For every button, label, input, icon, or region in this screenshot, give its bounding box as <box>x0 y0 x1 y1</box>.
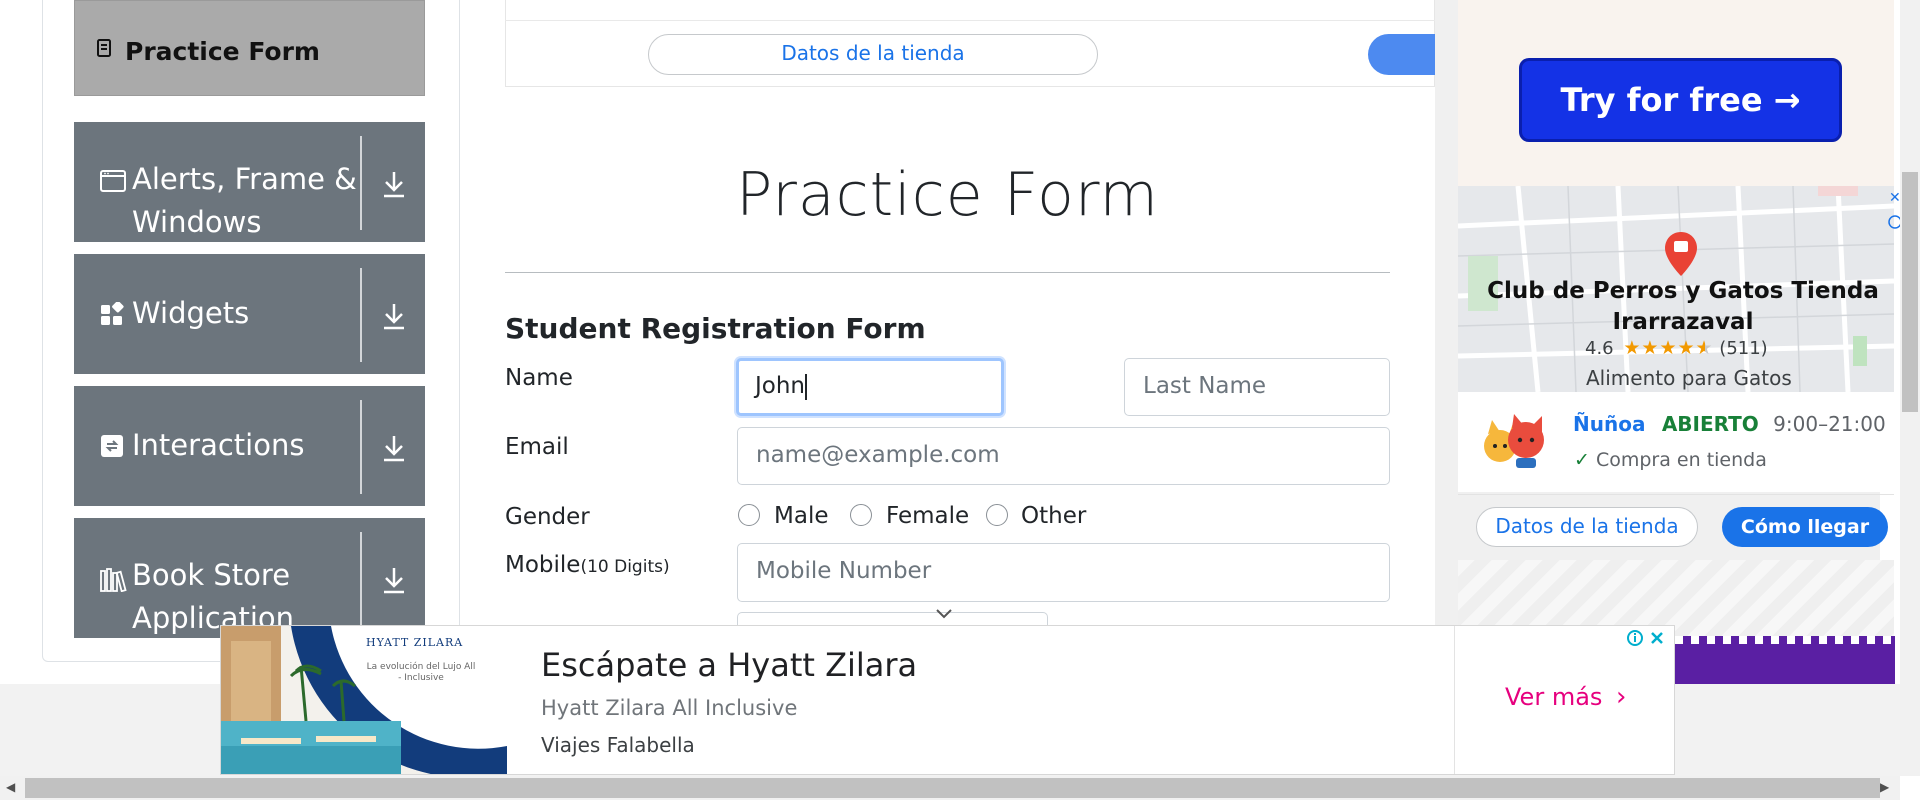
divider <box>505 20 1435 21</box>
in-store-label: Compra en tienda <box>1595 449 1767 471</box>
download-icon[interactable] <box>381 166 407 200</box>
store-details-button-2[interactable]: Datos de la tienda <box>1476 507 1698 547</box>
sidebar-item-practice-form[interactable]: Practice Form <box>74 0 425 96</box>
text-cursor <box>805 373 807 400</box>
in-store-row: ✓ Compra en tienda <box>1574 449 1767 471</box>
widgets-icon <box>101 302 124 325</box>
sidebar-item-label: Practice Form <box>125 37 320 66</box>
bottom-ad[interactable]: HYATT ZILARA La evolución del Lujo All -… <box>220 625 1675 775</box>
mobile-label-text: Mobile <box>505 552 581 578</box>
email-label: Email <box>505 434 569 460</box>
interactions-icon <box>101 435 123 457</box>
gender-other-label[interactable]: Other <box>1021 503 1086 529</box>
store-status: ABIERTO <box>1661 412 1759 436</box>
pets-logo-icon <box>1484 414 1544 468</box>
form-icon <box>97 39 111 57</box>
sidebar-item-label-2: Windows <box>132 205 262 239</box>
name-label: Name <box>505 365 573 391</box>
gender-other-radio[interactable] <box>986 504 1008 526</box>
store-status-row: Ñuñoa ABIERTO 9:00–21:00 <box>1573 412 1886 436</box>
store-name-line1: Club de Perros y Gatos Tienda <box>1487 278 1879 304</box>
gender-female-radio[interactable] <box>850 504 872 526</box>
ad-choices[interactable] <box>1625 628 1669 648</box>
first-name-value: John <box>755 373 806 399</box>
ad-purple-band <box>1675 636 1895 684</box>
hyatt-logo: HYATT ZILARA <box>366 636 464 649</box>
download-icon[interactable] <box>381 298 407 332</box>
last-name-input[interactable]: Last Name <box>1124 358 1390 416</box>
gender-male-radio[interactable] <box>738 504 760 526</box>
store-name: Club de Perros y Gatos Tienda Irarrazava… <box>1458 276 1908 338</box>
ad-info-icon[interactable] <box>1625 628 1645 648</box>
star-rating-icon: ★★★★★ <box>1623 337 1714 359</box>
ad-subtitle: Hyatt Zilara All Inclusive <box>541 696 798 720</box>
mobile-input[interactable]: Mobile Number <box>737 543 1390 602</box>
sidebar-item-label: Book Store <box>132 558 291 592</box>
form-title: Student Registration Form <box>505 312 926 345</box>
divider <box>360 532 362 626</box>
try-for-free-button[interactable]: Try for free → <box>1519 58 1842 142</box>
divider <box>1454 626 1455 774</box>
store-details-button[interactable]: Datos de la tienda <box>648 34 1098 75</box>
divider <box>360 268 362 362</box>
directions-button[interactable]: Cómo llegar <box>1722 507 1888 547</box>
rating-row: 4.6 ★★★★★ (511) <box>1585 337 1768 359</box>
ad-cta-label: Ver más <box>1505 683 1603 711</box>
first-name-input[interactable]: John <box>736 358 1004 416</box>
divider <box>1458 494 1894 495</box>
download-icon[interactable] <box>381 562 407 596</box>
rating-value: 4.6 <box>1585 338 1614 359</box>
vertical-scrollbar-thumb[interactable] <box>1902 172 1918 412</box>
sidebar-item-label: Interactions <box>132 428 305 462</box>
chevron-down-icon <box>936 609 952 619</box>
svg-text:✕: ✕ <box>1889 190 1900 206</box>
horizontal-scrollbar-thumb[interactable] <box>25 778 1880 798</box>
sidebar-group-interactions[interactable]: Interactions <box>74 386 425 506</box>
download-icon[interactable] <box>381 430 407 464</box>
page-title: Practice Form <box>736 160 1159 230</box>
divider <box>360 400 362 494</box>
sidebar-item-label: Alerts, Frame & <box>132 162 357 196</box>
checkmark-icon: ✓ <box>1574 449 1590 471</box>
store-hours: 9:00–21:00 <box>1773 412 1886 436</box>
email-input[interactable]: name@example.com <box>737 427 1390 485</box>
scroll-left-arrow-icon[interactable]: ◀ <box>6 780 15 794</box>
sidebar-group-widgets[interactable]: Widgets <box>74 254 425 374</box>
chevron-right-icon: › <box>1616 682 1627 712</box>
hotel-photo <box>221 626 507 774</box>
ad-headline[interactable]: Escápate a Hyatt Zilara <box>541 646 917 684</box>
store-name-line2: Irarrazaval <box>1612 309 1754 335</box>
sidebar-group-alerts[interactable]: Alerts, Frame & Windows <box>74 122 425 242</box>
mobile-label: Mobile(10 Digits) <box>505 552 670 578</box>
scroll-right-arrow-icon[interactable]: ▶ <box>1880 780 1889 794</box>
divider <box>360 136 362 230</box>
gender-label: Gender <box>505 504 590 530</box>
store-category: Alimento para Gatos <box>1586 366 1792 390</box>
mobile-hint: (10 Digits) <box>580 557 670 577</box>
gender-male-label[interactable]: Male <box>774 503 828 529</box>
ad-advertiser: Viajes Falabella <box>541 733 695 757</box>
ver-mas-link[interactable]: Ver más › <box>1505 682 1626 712</box>
window-icon <box>100 170 126 192</box>
directions-button-partial[interactable] <box>1368 34 1438 75</box>
stripe-decoration <box>1675 636 1895 644</box>
ad-info-icon[interactable]: ✕ <box>1888 190 1900 230</box>
store-location[interactable]: Ñuñoa <box>1573 412 1645 436</box>
sidebar-item-label: Widgets <box>132 296 250 330</box>
sidebar-group-book-store[interactable]: Book Store Application <box>74 518 425 638</box>
gender-female-label[interactable]: Female <box>886 503 969 529</box>
date-input-partial[interactable] <box>737 612 1048 626</box>
books-icon <box>100 568 127 592</box>
divider <box>505 272 1390 273</box>
review-count: (511) <box>1719 338 1768 359</box>
close-icon[interactable] <box>1647 628 1667 648</box>
ad-tagline: La evolución del Lujo All - Inclusive <box>366 662 476 683</box>
